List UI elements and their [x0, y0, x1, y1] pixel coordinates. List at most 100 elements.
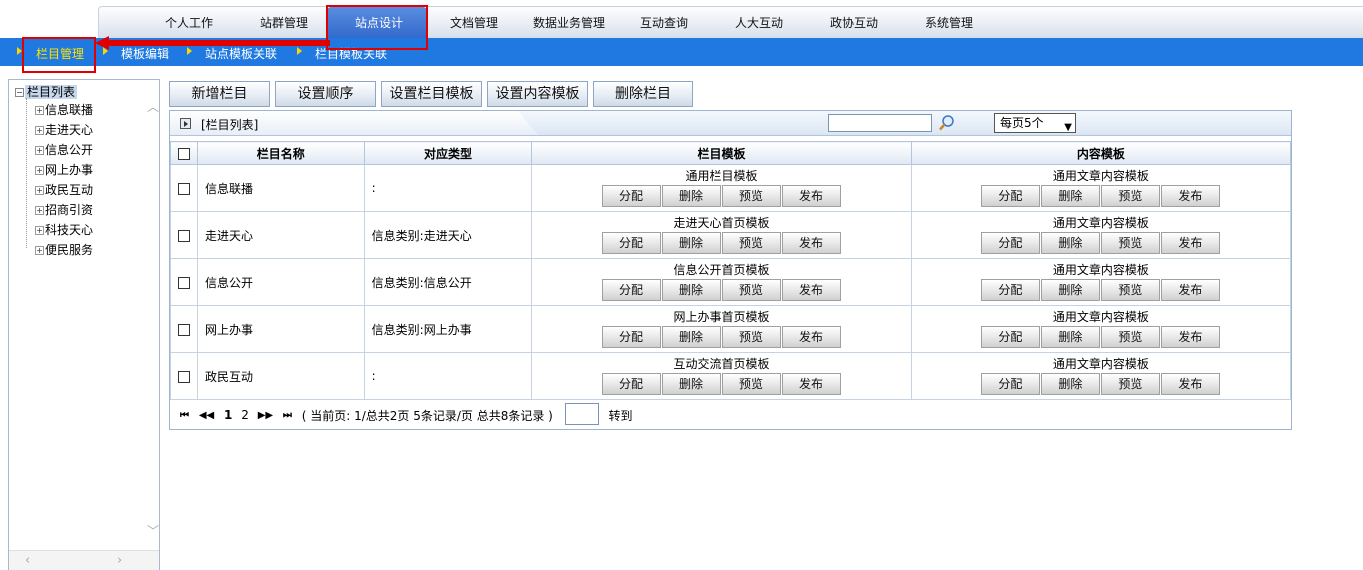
row-checkbox[interactable]: [177, 370, 190, 383]
column-template-assign-button[interactable]: 分配: [601, 279, 661, 301]
prev-page-icon[interactable]: ◀◀: [199, 410, 214, 421]
page-size-select[interactable]: 每页5个 ▼: [994, 113, 1076, 133]
scroll-down-icon[interactable]: ﹀: [147, 522, 159, 539]
tree-root[interactable]: − 栏目列表: [15, 84, 78, 100]
column-template-preview-button[interactable]: 预览: [721, 326, 781, 348]
collapse-icon[interactable]: −: [15, 88, 24, 97]
expand-icon[interactable]: +: [35, 206, 44, 215]
content-template-actions: 分配 删除 预览 发布: [912, 373, 1290, 395]
content-template-assign-button[interactable]: 分配: [980, 326, 1040, 348]
content-template-preview-button[interactable]: 预览: [1100, 232, 1160, 254]
content-template-publish-button[interactable]: 发布: [1160, 185, 1220, 207]
column-template-delete-button[interactable]: 删除: [661, 326, 721, 348]
content-template-preview-button[interactable]: 预览: [1100, 185, 1160, 207]
nav-item-npc-interaction[interactable]: 人大互动: [735, 14, 783, 31]
delete-column-button[interactable]: 删除栏目: [593, 81, 693, 107]
expand-icon[interactable]: +: [35, 106, 44, 115]
content-template-preview-button[interactable]: 预览: [1100, 373, 1160, 395]
content-template-preview-button[interactable]: 预览: [1100, 279, 1160, 301]
goto-page-input[interactable]: [564, 403, 599, 425]
row-checkbox[interactable]: [177, 276, 190, 289]
scroll-right-icon[interactable]: ›: [117, 553, 122, 568]
tree-item[interactable]: + 政民互动: [35, 181, 93, 199]
content-template-delete-button[interactable]: 删除: [1040, 279, 1100, 301]
content-template-publish-button[interactable]: 发布: [1160, 373, 1220, 395]
row-checkbox[interactable]: [177, 323, 190, 336]
column-template-preview-button[interactable]: 预览: [721, 373, 781, 395]
column-template-publish-button[interactable]: 发布: [781, 232, 841, 254]
column-template-assign-button[interactable]: 分配: [601, 185, 661, 207]
last-page-icon[interactable]: ⏭: [283, 410, 292, 421]
content-template-delete-button[interactable]: 删除: [1040, 185, 1100, 207]
content-template-delete-button[interactable]: 删除: [1040, 232, 1100, 254]
nav-item-data-business[interactable]: 数据业务管理: [533, 14, 605, 31]
add-column-button[interactable]: 新增栏目: [169, 81, 270, 107]
tree-item[interactable]: + 网上办事: [35, 161, 93, 179]
scroll-left-icon[interactable]: ‹: [25, 553, 30, 568]
row-checkbox[interactable]: [177, 182, 190, 195]
expand-icon[interactable]: +: [35, 126, 44, 135]
expand-icon[interactable]: +: [35, 166, 44, 175]
column-template-name: 信息公开首页模板: [673, 263, 770, 277]
content-template-publish-button[interactable]: 发布: [1160, 326, 1220, 348]
column-template-actions: 分配 删除 预览 发布: [532, 279, 910, 301]
tree-item[interactable]: + 科技天心: [35, 221, 93, 239]
content-template-assign-button[interactable]: 分配: [980, 185, 1040, 207]
column-template-delete-button[interactable]: 删除: [661, 373, 721, 395]
nav-item-cppcc-interaction[interactable]: 政协互动: [830, 14, 878, 31]
tree-item[interactable]: + 信息公开: [35, 141, 93, 159]
content-template-assign-button[interactable]: 分配: [980, 373, 1040, 395]
content-template-delete-button[interactable]: 删除: [1040, 326, 1100, 348]
expand-icon[interactable]: +: [35, 146, 44, 155]
nav-item-system-management[interactable]: 系统管理: [925, 14, 973, 31]
header-column-name: 栏目名称: [196, 141, 365, 165]
tree-item[interactable]: + 走进天心: [35, 121, 93, 139]
expand-icon[interactable]: +: [35, 226, 44, 235]
expand-panel-icon[interactable]: [180, 118, 191, 129]
column-template-preview-button[interactable]: 预览: [721, 279, 781, 301]
page-number[interactable]: 2: [241, 408, 249, 422]
column-template-publish-button[interactable]: 发布: [781, 373, 841, 395]
column-template-delete-button[interactable]: 删除: [661, 279, 721, 301]
column-template-assign-button[interactable]: 分配: [601, 326, 661, 348]
nav-item-site-group[interactable]: 站群管理: [260, 14, 308, 31]
search-icon[interactable]: [938, 114, 956, 132]
set-column-template-button[interactable]: 设置栏目模板: [381, 81, 482, 107]
nav-item-document[interactable]: 文档管理: [450, 14, 498, 31]
horizontal-scrollbar[interactable]: ‹ ›: [9, 550, 159, 570]
content-template-preview-button[interactable]: 预览: [1100, 326, 1160, 348]
goto-label[interactable]: 转到: [609, 407, 633, 424]
content-template-publish-button[interactable]: 发布: [1160, 279, 1220, 301]
tree-item[interactable]: + 招商引资: [35, 201, 93, 219]
tree-item[interactable]: + 信息联播: [35, 101, 93, 119]
expand-icon[interactable]: +: [35, 186, 44, 195]
column-template-assign-button[interactable]: 分配: [601, 232, 661, 254]
first-page-icon[interactable]: ⏮: [180, 410, 189, 421]
column-name-cell: 信息公开: [196, 258, 365, 306]
set-content-template-button[interactable]: 设置内容模板: [487, 81, 588, 107]
expand-icon[interactable]: +: [35, 246, 44, 255]
content-template-assign-button[interactable]: 分配: [980, 279, 1040, 301]
column-template-delete-button[interactable]: 删除: [661, 232, 721, 254]
select-all-checkbox[interactable]: [177, 147, 190, 160]
page-number-current[interactable]: 1: [224, 408, 232, 422]
content-template-assign-button[interactable]: 分配: [980, 232, 1040, 254]
column-template-actions: 分配 删除 预览 发布: [532, 232, 910, 254]
column-template-publish-button[interactable]: 发布: [781, 185, 841, 207]
nav-item-personal-work[interactable]: 个人工作: [165, 14, 213, 31]
column-template-preview-button[interactable]: 预览: [721, 232, 781, 254]
search-input[interactable]: [828, 114, 932, 132]
scroll-up-icon[interactable]: ︿: [147, 98, 159, 115]
content-template-publish-button[interactable]: 发布: [1160, 232, 1220, 254]
nav-item-interactive-query[interactable]: 互动查询: [640, 14, 688, 31]
column-template-publish-button[interactable]: 发布: [781, 326, 841, 348]
column-template-assign-button[interactable]: 分配: [601, 373, 661, 395]
tree-item[interactable]: + 便民服务: [35, 241, 93, 259]
column-template-delete-button[interactable]: 删除: [661, 185, 721, 207]
column-template-publish-button[interactable]: 发布: [781, 279, 841, 301]
column-template-preview-button[interactable]: 预览: [721, 185, 781, 207]
next-page-icon[interactable]: ▶▶: [258, 410, 273, 421]
row-checkbox[interactable]: [177, 229, 190, 242]
set-order-button[interactable]: 设置顺序: [275, 81, 376, 107]
content-template-delete-button[interactable]: 删除: [1040, 373, 1100, 395]
